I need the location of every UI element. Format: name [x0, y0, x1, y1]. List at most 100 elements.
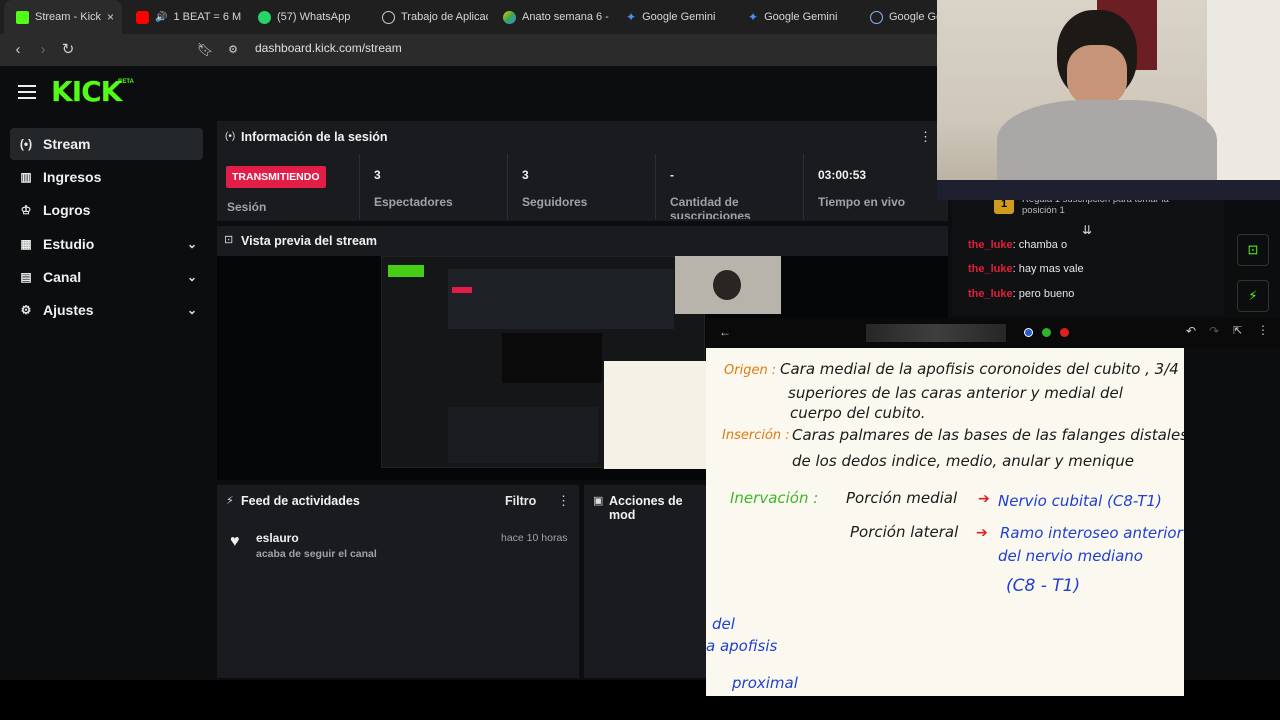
feed-user[interactable]: eslauro	[256, 531, 299, 545]
preview-person-thumb	[713, 270, 741, 300]
preview-badge-thumb	[452, 287, 472, 293]
notes-canvas[interactable]: Origen : Cara medial de la apofisis coro…	[706, 348, 1184, 696]
origen-line-3: cuerpo del cubito.	[790, 404, 926, 422]
session-info-panel: (•) Información de la sesión ⋮ TRANSMITI…	[217, 121, 948, 221]
feed-options-icon[interactable]: ⋮	[557, 493, 570, 509]
sidebar-item-label: Ingresos	[43, 169, 102, 185]
tab-title: 1 BEAT = 6 MI	[173, 11, 242, 23]
reload-icon[interactable]: ↻	[58, 40, 78, 60]
preview-notes-thumb	[604, 361, 706, 469]
sidebar-item-label: Estudio	[43, 236, 95, 252]
kick-logo[interactable]: KICK	[51, 75, 122, 108]
kick-favicon-icon	[16, 10, 29, 24]
more-options-icon[interactable]: ⋮	[919, 129, 932, 145]
followers-label: Seguidores	[522, 195, 588, 209]
green-color-swatch[interactable]	[1042, 328, 1051, 337]
live-time-value: 03:00:53	[818, 168, 867, 182]
subs-label: Cantidad de suscripciones	[670, 195, 751, 219]
tab-title: Google Gemini	[764, 11, 838, 23]
gemini-favicon-icon: ✦	[626, 10, 637, 24]
blue-color-swatch[interactable]	[1024, 328, 1033, 337]
sidebar-item-canal[interactable]: ▤ Canal ⌄	[10, 261, 203, 293]
sidebar-item-stream[interactable]: (•) Stream	[10, 128, 203, 160]
sidebar-item-ajustes[interactable]: ⚙ Ajustes ⌄	[10, 294, 203, 326]
sidebar-item-label: Logros	[43, 202, 91, 218]
stat-divider	[507, 154, 508, 219]
undo-icon[interactable]: ↶	[1186, 324, 1196, 338]
bar-chart-icon: ▥	[20, 170, 32, 184]
chat-text: : hay mas vale	[1012, 263, 1084, 275]
pen-tools[interactable]	[866, 324, 1006, 342]
insercion-line-1: Caras palmares de las bases de las falan…	[792, 426, 1184, 444]
gemini-favicon-icon	[870, 10, 883, 24]
chat-username[interactable]: the_luke	[968, 239, 1013, 251]
tab-title: Stream - Kick	[35, 11, 102, 23]
shield-icon: ▣	[593, 495, 604, 507]
origen-label: Origen :	[724, 363, 777, 378]
sidebar-item-logros[interactable]: ♔ Logros	[10, 194, 203, 226]
sidebar-item-label: Canal	[43, 269, 82, 285]
globe-favicon-icon	[382, 10, 395, 24]
activity-feed-panel: ⚡︎ Feed de actividades Filtro ⋮ ♥ eslaur…	[217, 485, 579, 678]
close-tab-icon[interactable]: ×	[107, 10, 114, 24]
back-arrow-icon[interactable]: ‹	[8, 40, 28, 60]
chat-message: the_luke: hay mas vale	[968, 263, 1084, 275]
chat-username[interactable]: the_luke	[968, 263, 1013, 275]
note-fragment: a apofisis	[706, 637, 778, 655]
drive-favicon-icon	[503, 10, 516, 24]
chat-text: : chamba o	[1012, 239, 1068, 251]
studio-icon: ▦	[20, 237, 32, 251]
tab-anato[interactable]: Anato semana 6 -	[491, 0, 609, 34]
tab-youtube[interactable]: 🔊 1 BEAT = 6 MI	[124, 0, 242, 34]
lightning-button[interactable]: ⚡︎	[1237, 280, 1269, 312]
lateral-nerve-1: Ramo interoseo anterior	[1000, 524, 1183, 542]
origen-line-2: superiores de las caras anterior y media…	[788, 384, 1123, 402]
channel-icon: ▤	[20, 270, 32, 284]
preview-feed-thumb	[448, 407, 598, 463]
tab-title: Google Gemini	[642, 11, 716, 23]
camera-button[interactable]: ⊡	[1237, 234, 1269, 266]
site-info-icon[interactable]: ⚙	[226, 40, 240, 60]
chat-message: the_luke: chamba o	[968, 239, 1067, 251]
speaker-icon: 🔊	[155, 11, 168, 23]
back-arrow-icon[interactable]: ←	[719, 325, 731, 339]
tab-gemini-1[interactable]: ✦ Google Gemini	[614, 0, 732, 34]
forward-arrow-icon[interactable]: ›	[33, 40, 53, 60]
chat-username[interactable]: the_luke	[968, 288, 1013, 300]
stream-preview-video[interactable]	[381, 256, 706, 469]
red-color-swatch[interactable]	[1060, 328, 1069, 337]
medial-nerve: Nervio cubital (C8-T1)	[998, 492, 1162, 510]
mod-panel-title: Acciones de mod	[609, 494, 683, 522]
scroll-down-icon[interactable]: ⇊	[1082, 223, 1092, 237]
gemini-favicon-icon: ✦	[748, 10, 759, 24]
tab-gemini-3[interactable]: Google Ge	[858, 0, 938, 34]
share-icon[interactable]: ⇱	[1233, 324, 1242, 337]
webcam-face	[1067, 45, 1127, 105]
mod-actions-panel: ▣ Acciones de mod	[584, 485, 706, 678]
sidebar-item-ingresos[interactable]: ▥ Ingresos	[10, 161, 203, 193]
preview-session-thumb	[448, 269, 674, 329]
redo-icon[interactable]: ↷	[1209, 324, 1219, 338]
subs-value: -	[670, 168, 674, 182]
more-options-icon[interactable]: ⋮	[1257, 323, 1269, 337]
chevron-down-icon: ⌄	[186, 303, 197, 317]
trophy-icon: ♔	[20, 203, 32, 217]
tab-gemini-2[interactable]: ✦ Google Gemini	[736, 0, 854, 34]
tab-title: Google Ge	[889, 11, 938, 23]
session-panel-title: Información de la sesión	[241, 130, 388, 144]
sidebar-item-estudio[interactable]: ▦ Estudio ⌄	[10, 228, 203, 260]
sidebar-item-label: Stream	[43, 136, 91, 152]
lightning-icon: ⚡︎	[226, 495, 234, 507]
tab-whatsapp[interactable]: (57) WhatsApp	[246, 0, 368, 34]
chat-message: the_luke: pero bueno	[968, 288, 1074, 300]
menu-icon[interactable]	[18, 85, 36, 99]
webcam-overlay	[937, 0, 1280, 200]
bookmark-icon[interactable]: 🔖︎	[195, 40, 215, 60]
tab-stream-kick[interactable]: Stream - Kick ×	[4, 0, 122, 34]
filter-button[interactable]: Filtro	[505, 494, 536, 508]
preview-logo-thumb	[388, 265, 424, 277]
gear-icon: ⚙	[20, 303, 32, 317]
tab-title: Anato semana 6 -	[522, 11, 609, 23]
url-field[interactable]: dashboard.kick.com/stream	[255, 41, 402, 55]
tab-trabajo[interactable]: Trabajo de Aplicac	[370, 0, 488, 34]
